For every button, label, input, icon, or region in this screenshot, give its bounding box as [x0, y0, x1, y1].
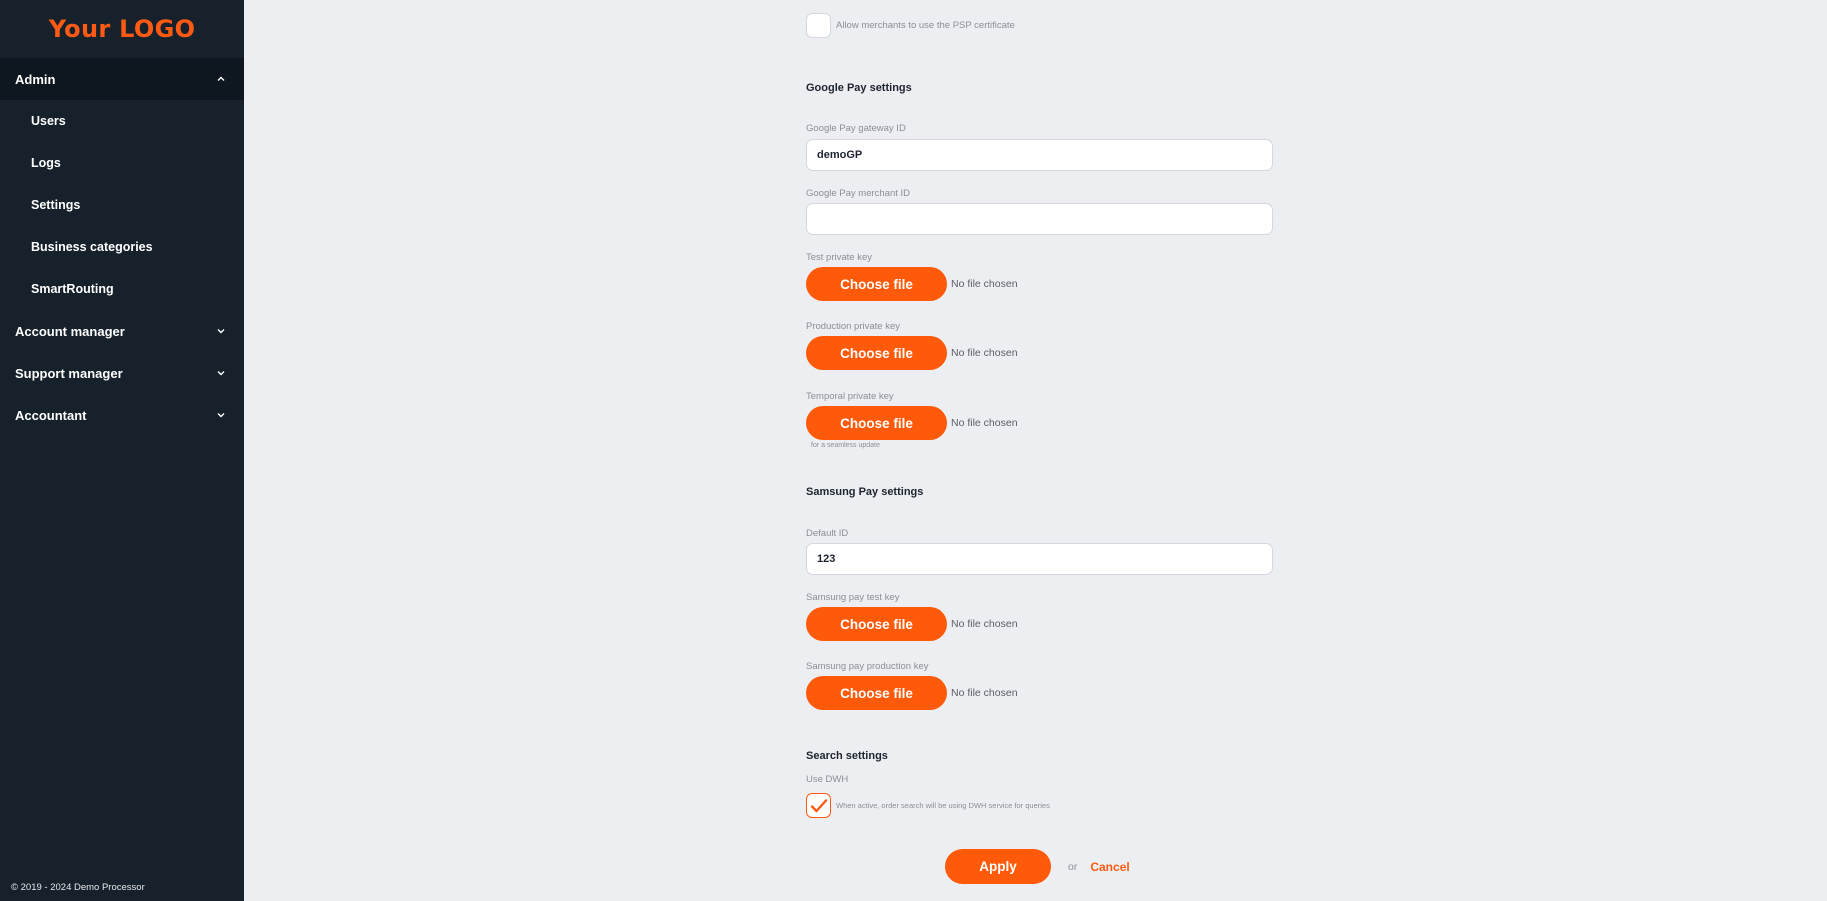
test-key-choose-button[interactable]: Choose file — [806, 267, 947, 301]
use-dwh-label: Use DWH — [806, 774, 849, 785]
google-pay-title: Google Pay settings — [806, 82, 912, 94]
use-dwh-description: When active, order search will be using … — [836, 801, 1050, 810]
samsung-pay-title: Samsung Pay settings — [806, 486, 924, 498]
chevron-down-icon — [217, 413, 225, 418]
samsung-test-key-label: Samsung pay test key — [806, 592, 900, 603]
use-dwh-checkbox[interactable] — [806, 793, 831, 818]
use-dwh-row: When active, order search will be using … — [806, 793, 1050, 818]
chevron-down-icon — [217, 329, 225, 334]
gateway-id-label: Google Pay gateway ID — [806, 123, 906, 134]
sidebar-item-business-categories[interactable]: Business categories — [0, 226, 244, 268]
samsung-test-key-file: Choose file No file chosen — [806, 607, 1018, 641]
sidebar-item-logs[interactable]: Logs — [0, 142, 244, 184]
test-key-label: Test private key — [806, 252, 872, 263]
production-key-label: Production private key — [806, 321, 900, 332]
copyright: © 2019 - 2024 Demo Processor — [11, 882, 145, 893]
checkmark-icon — [810, 798, 827, 812]
default-id-label: Default ID — [806, 528, 849, 539]
default-id-input[interactable] — [806, 543, 1273, 575]
cancel-link[interactable]: Cancel — [1090, 860, 1129, 874]
samsung-production-key-label: Samsung pay production key — [806, 661, 929, 672]
psp-certificate-checkbox[interactable] — [806, 13, 831, 38]
temporal-key-hint: for a seamless update — [811, 442, 880, 449]
apply-button[interactable]: Apply — [945, 849, 1051, 884]
production-key-choose-button[interactable]: Choose file — [806, 336, 947, 370]
chevron-up-icon — [217, 76, 225, 81]
nav-group-accountant-label: Accountant — [15, 407, 87, 423]
gateway-id-input[interactable] — [806, 139, 1273, 171]
psp-certificate-label: Allow merchants to use the PSP certifica… — [836, 20, 1015, 31]
merchant-id-label: Google Pay merchant ID — [806, 188, 911, 199]
chevron-down-icon — [217, 371, 225, 376]
sidebar-item-settings[interactable]: Settings — [0, 184, 244, 226]
nav-group-account-manager-label: Account manager — [15, 323, 125, 339]
samsung-production-key-file: Choose file No file chosen — [806, 676, 1018, 710]
nav-group-admin[interactable]: Admin — [0, 58, 244, 100]
temporal-key-choose-button[interactable]: Choose file — [806, 406, 947, 440]
merchant-id-input[interactable] — [806, 203, 1273, 235]
search-settings-title: Search settings — [806, 750, 888, 762]
temporal-key-label: Temporal private key — [806, 391, 894, 402]
samsung-test-key-status: No file chosen — [951, 618, 1018, 630]
temporal-key-status: No file chosen — [951, 417, 1018, 429]
production-key-status: No file chosen — [951, 347, 1018, 359]
logo: Your LOGO — [48, 15, 196, 43]
psp-certificate-row: Allow merchants to use the PSP certifica… — [806, 13, 1015, 38]
nav-group-admin-label: Admin — [15, 71, 56, 87]
temporal-key-file: Choose file No file chosen — [806, 406, 1018, 440]
test-key-status: No file chosen — [951, 278, 1018, 290]
sidebar: Your LOGO Admin Users Logs Settings Busi… — [0, 0, 244, 901]
nav-group-support-manager-label: Support manager — [15, 365, 123, 381]
nav-group-account-manager[interactable]: Account manager — [0, 310, 244, 352]
or-text: or — [1068, 860, 1078, 873]
sidebar-item-users[interactable]: Users — [0, 100, 244, 142]
nav-group-support-manager[interactable]: Support manager — [0, 352, 244, 394]
samsung-production-key-choose-button[interactable]: Choose file — [806, 676, 947, 710]
form-actions: Apply or Cancel — [945, 849, 1130, 884]
nav-group-accountant[interactable]: Accountant — [0, 394, 244, 436]
production-key-file: Choose file No file chosen — [806, 336, 1018, 370]
samsung-test-key-choose-button[interactable]: Choose file — [806, 607, 947, 641]
samsung-production-key-status: No file chosen — [951, 687, 1018, 699]
test-key-file: Choose file No file chosen — [806, 267, 1018, 301]
sidebar-item-smartrouting[interactable]: SmartRouting — [0, 268, 244, 310]
